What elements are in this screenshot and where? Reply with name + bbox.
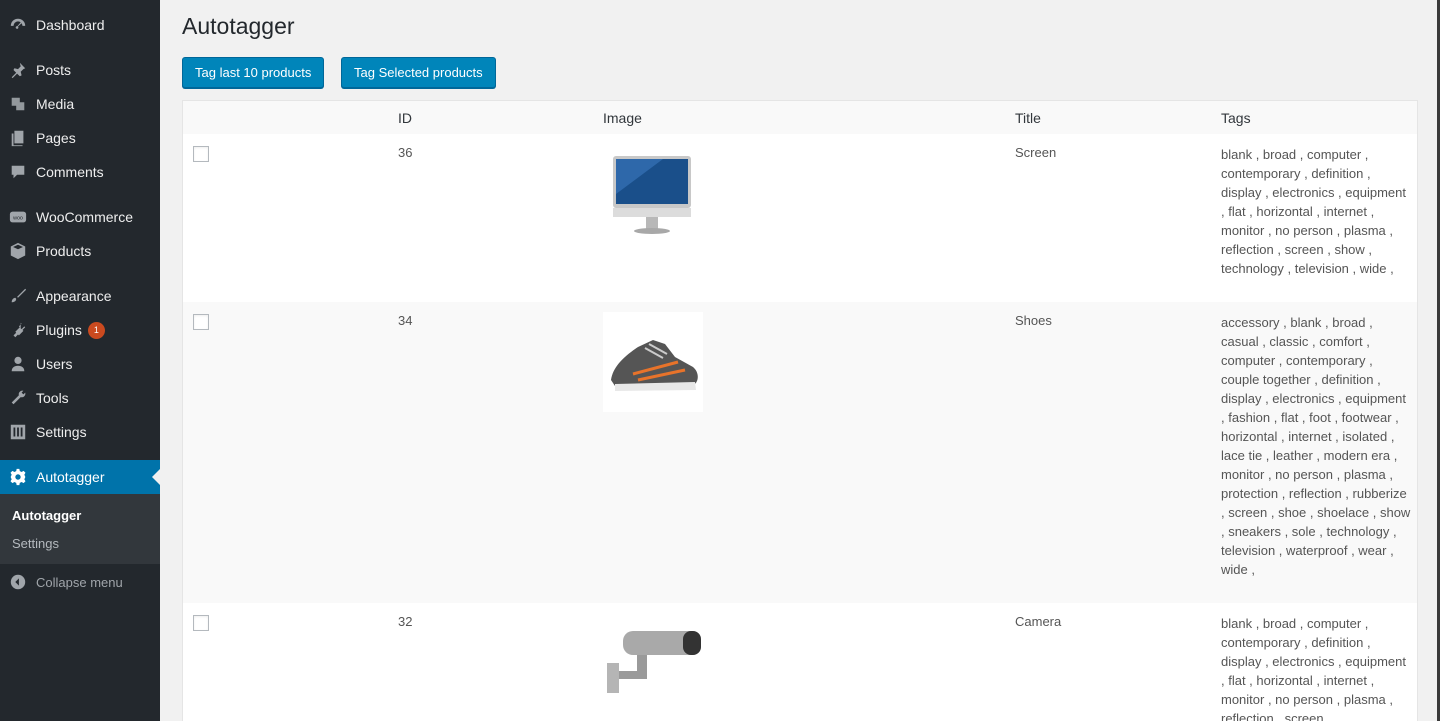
menu-label: Media <box>36 96 75 112</box>
row-id: 36 <box>398 145 413 160</box>
row-tags: blank , broad , computer , contemporary … <box>1221 147 1406 276</box>
admin-sidebar: Dashboard Posts Media Pages Comments woo… <box>0 0 160 721</box>
comment-icon <box>0 163 36 181</box>
pushpin-icon <box>0 61 36 79</box>
row-checkbox[interactable] <box>193 314 209 330</box>
menu-tools[interactable]: Tools <box>0 381 160 415</box>
woo-icon: woo <box>0 208 36 226</box>
row-id: 32 <box>398 614 413 629</box>
menu-label: Users <box>36 356 73 372</box>
main-content: Autotagger Tag last 10 products Tag Sele… <box>160 0 1440 721</box>
row-title[interactable]: Camera <box>1015 614 1061 629</box>
row-checkbox[interactable] <box>193 146 209 162</box>
autotagger-submenu: Autotagger Settings <box>0 494 160 564</box>
collapse-menu-button[interactable]: Collapse menu <box>0 565 160 599</box>
menu-pages[interactable]: Pages <box>0 121 160 155</box>
menu-label: Autotagger <box>36 469 105 485</box>
menu-label: WooCommerce <box>36 209 133 225</box>
menu-label: Comments <box>36 164 104 180</box>
product-image-monitor <box>603 144 703 244</box>
collapse-arrow-icon <box>0 573 36 591</box>
plugin-update-badge: 1 <box>87 321 105 339</box>
sliders-icon <box>0 423 36 441</box>
tag-selected-button[interactable]: Tag Selected products <box>341 57 496 88</box>
wrench-icon <box>0 389 36 407</box>
menu-settings[interactable]: Settings <box>0 415 160 449</box>
menu-plugins[interactable]: Plugins 1 <box>0 313 160 347</box>
brush-icon <box>0 287 36 305</box>
gear-icon <box>0 468 36 486</box>
table-row: 32 Camera blank , broad , computer , con… <box>183 603 1417 721</box>
media-icon <box>0 95 36 113</box>
header-image: Image <box>603 110 642 126</box>
pages-icon <box>0 129 36 147</box>
dashboard-icon <box>0 16 36 34</box>
table-header: ID Image Title Tags <box>183 101 1417 134</box>
menu-appearance[interactable]: Appearance <box>0 279 160 313</box>
page-title: Autotagger <box>182 13 295 39</box>
row-title[interactable]: Shoes <box>1015 313 1052 328</box>
menu-label: Posts <box>36 62 72 78</box>
menu-posts[interactable]: Posts <box>0 53 160 87</box>
products-table: ID Image Title Tags 36 Screen blank , br… <box>182 100 1418 721</box>
menu-products[interactable]: Products <box>0 234 160 268</box>
menu-woocommerce[interactable]: woo WooCommerce <box>0 200 160 234</box>
menu-label: Appearance <box>36 288 112 304</box>
box-icon <box>0 242 36 260</box>
menu-autotagger[interactable]: Autotagger <box>0 460 160 494</box>
table-row: 36 Screen blank , broad , computer , con… <box>183 134 1417 302</box>
menu-comments[interactable]: Comments <box>0 155 160 189</box>
product-image-camera <box>603 613 703 713</box>
tag-last-10-button[interactable]: Tag last 10 products <box>182 57 325 88</box>
row-title[interactable]: Screen <box>1015 145 1056 160</box>
product-image-shoe <box>603 312 703 412</box>
menu-label: Products <box>36 243 92 259</box>
row-id: 34 <box>398 313 413 328</box>
header-tags: Tags <box>1221 110 1251 126</box>
menu-label: Tools <box>36 390 69 406</box>
svg-text:woo: woo <box>12 215 23 221</box>
row-tags: blank , broad , computer , contemporary … <box>1221 616 1406 721</box>
menu-dashboard[interactable]: Dashboard <box>0 8 160 42</box>
menu-users[interactable]: Users <box>0 347 160 381</box>
submenu-autotagger[interactable]: Autotagger <box>12 508 81 523</box>
submenu-settings[interactable]: Settings <box>12 536 59 551</box>
table-row: 34 Shoes accessory , blank , broad , cas… <box>183 302 1417 603</box>
menu-label: Plugins <box>36 322 82 338</box>
menu-media[interactable]: Media <box>0 87 160 121</box>
menu-label: Settings <box>36 424 87 440</box>
collapse-label: Collapse menu <box>36 574 123 590</box>
header-title[interactable]: Title <box>1015 110 1041 126</box>
header-id[interactable]: ID <box>398 110 412 126</box>
row-tags: accessory , blank , broad , casual , cla… <box>1221 315 1411 577</box>
menu-label: Pages <box>36 130 76 146</box>
plug-icon <box>0 321 36 339</box>
row-checkbox[interactable] <box>193 615 209 631</box>
menu-label: Dashboard <box>36 17 105 33</box>
user-icon <box>0 355 36 373</box>
